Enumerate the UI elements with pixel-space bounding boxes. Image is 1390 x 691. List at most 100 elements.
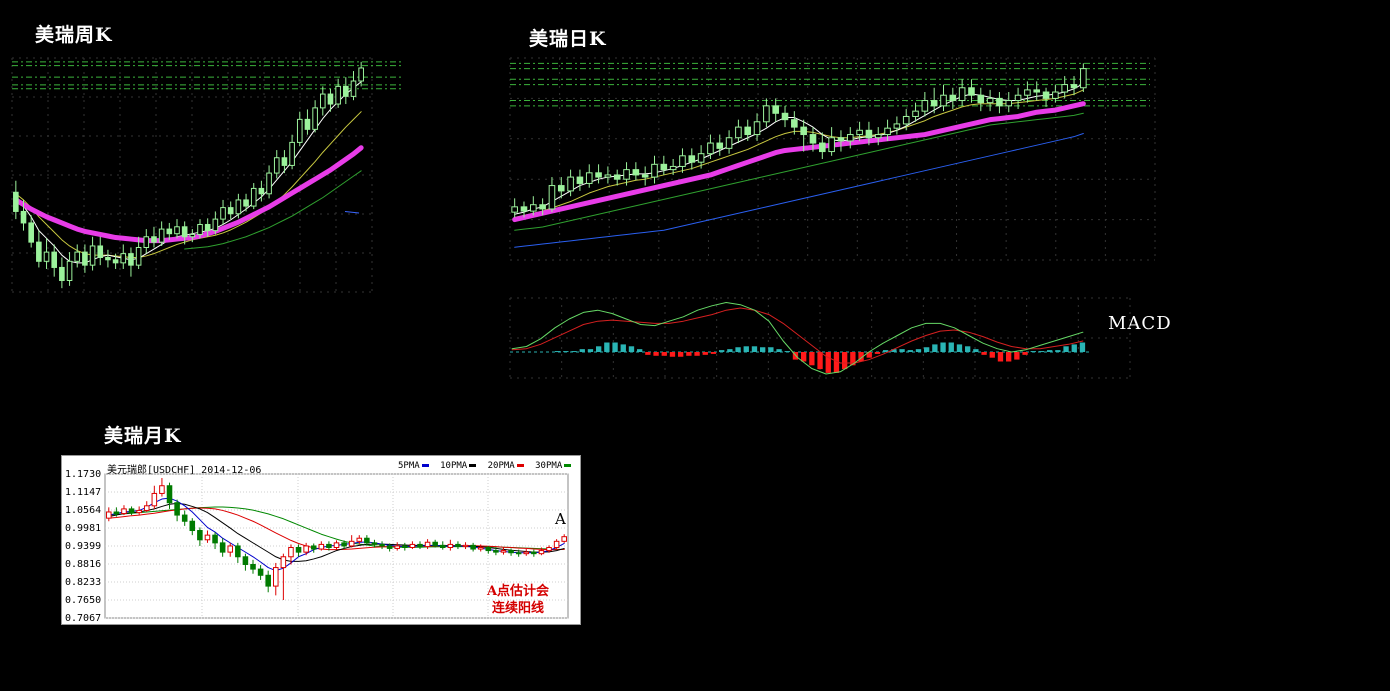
candle-body — [189, 233, 196, 238]
macd-bar — [965, 346, 971, 352]
candle-body — [335, 85, 341, 105]
macd-bar — [653, 352, 659, 356]
candle-body — [781, 112, 789, 121]
candle-body — [520, 206, 528, 212]
macd-bar — [702, 352, 708, 355]
candle-body — [912, 110, 919, 117]
candle-body — [227, 545, 234, 553]
candle-body — [281, 157, 288, 166]
macd-bar — [842, 352, 848, 370]
macd-bar — [637, 349, 643, 352]
candle-body — [43, 251, 50, 262]
candle-body — [772, 105, 779, 114]
macd-bar — [563, 351, 569, 353]
candle-body — [707, 142, 714, 155]
candle-body — [523, 551, 530, 555]
candle-body — [511, 206, 518, 213]
candle-body — [828, 137, 835, 153]
weekly-chart — [11, 57, 402, 293]
candle-body — [343, 85, 349, 97]
candle-body — [128, 508, 135, 514]
ma-line-thick — [13, 145, 364, 244]
candle-body — [121, 508, 127, 515]
candle-body — [106, 511, 112, 519]
candle-body — [716, 142, 724, 149]
macd-bar — [1014, 352, 1020, 360]
candle-body — [174, 226, 180, 235]
candle-body — [679, 155, 686, 167]
candle-body — [874, 134, 882, 139]
candle-body — [36, 241, 42, 262]
candle-body — [371, 542, 378, 545]
candle-body — [508, 550, 514, 554]
candle-body — [585, 172, 593, 184]
candle-body — [1042, 91, 1050, 99]
candle-body — [432, 541, 438, 546]
candle-body — [318, 543, 325, 550]
candle-body — [561, 536, 567, 542]
candle-body — [477, 546, 484, 550]
candle-body — [809, 134, 817, 144]
y-tick-label: 0.9981 — [65, 523, 101, 534]
macd-bar — [809, 352, 815, 366]
candle-body — [1080, 68, 1087, 89]
candle-body — [986, 97, 994, 104]
candle-body — [166, 485, 173, 504]
candle-body — [386, 545, 393, 549]
candle-body — [613, 174, 621, 180]
candle-body — [553, 540, 560, 548]
macd-bar — [784, 351, 790, 353]
macd-bar — [776, 349, 782, 352]
candle-body — [296, 118, 303, 143]
candle-body — [358, 67, 364, 82]
macd-bar — [628, 346, 635, 352]
macd-bar — [817, 352, 823, 370]
candle-body — [258, 187, 265, 195]
macd-bar — [751, 346, 758, 352]
candle-body — [112, 259, 119, 264]
monthly-chart-legend: 5PMA 10PMA 20PMA 30PMA — [398, 461, 577, 471]
candle-body — [688, 155, 696, 163]
ma-line-blue — [344, 210, 360, 214]
macd-bar — [874, 352, 881, 354]
candle-body — [539, 204, 546, 210]
candle-body — [333, 542, 340, 548]
candle-body — [725, 137, 733, 149]
macd-bar — [1063, 346, 1069, 352]
candle-body — [884, 127, 891, 136]
legend-item-20pma: 20PMA — [488, 461, 524, 471]
macd-bar — [768, 347, 774, 352]
candle-body — [893, 123, 901, 129]
candle-body — [1014, 94, 1022, 102]
candle-body — [235, 545, 241, 558]
candle-body — [641, 174, 649, 178]
candle-body — [51, 251, 58, 268]
candle-body — [669, 165, 677, 171]
candle-body — [791, 119, 798, 128]
ma-line-green — [514, 112, 1084, 231]
macd-bar — [1030, 351, 1036, 353]
candle-body — [310, 545, 317, 550]
candle-body — [1024, 89, 1031, 96]
legend-item-5pma: 5PMA — [398, 461, 429, 471]
y-tick-label: 1.1147 — [65, 487, 101, 498]
candle-body — [417, 543, 423, 548]
candle-body — [348, 540, 355, 547]
candle-body — [996, 97, 1003, 107]
candle-body — [493, 550, 499, 553]
macd-bar — [735, 347, 741, 352]
macd-bar — [645, 352, 651, 355]
candle-body — [128, 253, 134, 266]
ma-line-green — [184, 170, 362, 250]
macd-bar — [579, 349, 585, 352]
ma-line-thick — [512, 101, 1086, 223]
macd-bar — [612, 342, 618, 352]
y-tick-label: 1.1730 — [65, 469, 101, 480]
candle-body — [204, 223, 211, 232]
macd-bar — [694, 352, 700, 356]
macd-bar — [825, 352, 831, 373]
candle-body — [930, 100, 938, 107]
candle-body — [257, 568, 264, 576]
candle-body — [151, 492, 158, 507]
macd-bar — [678, 352, 684, 357]
